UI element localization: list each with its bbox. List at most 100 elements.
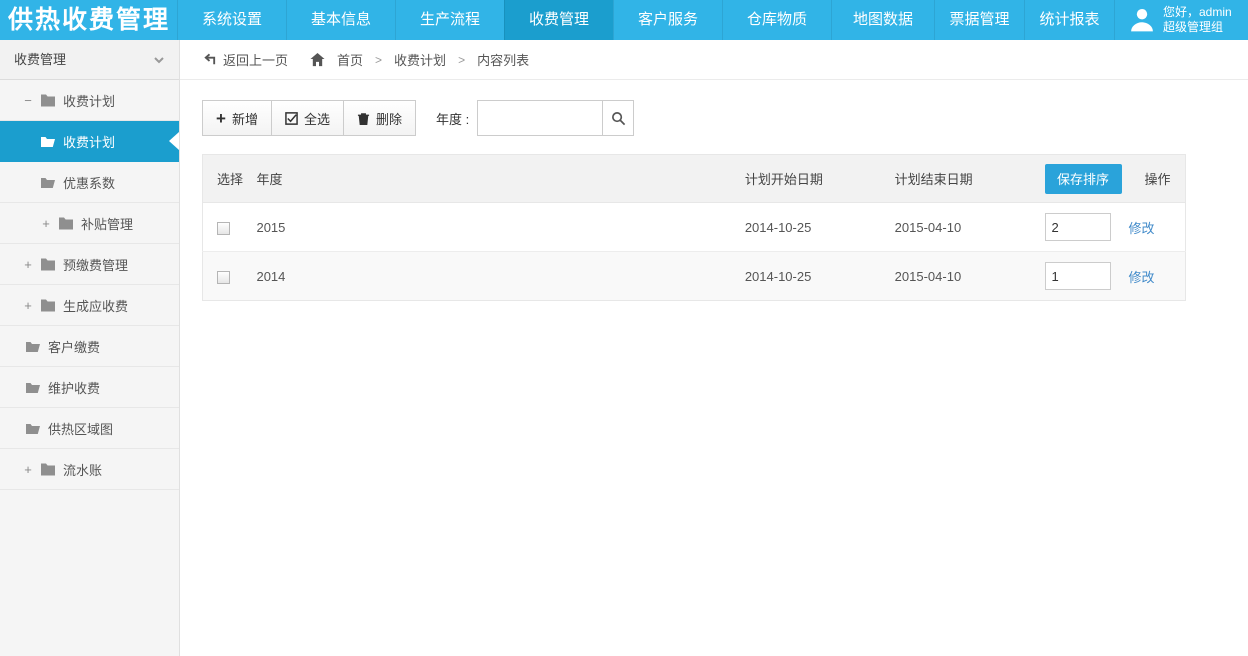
sidebar-item-label: 供热区域图 — [48, 419, 113, 438]
header-year: 年度 — [244, 155, 732, 203]
nav-item-warehouse[interactable]: 仓库物质 — [722, 0, 831, 40]
sidebar-item-label: 维护收费 — [48, 378, 100, 397]
sidebar-item-heating-area-map[interactable]: 供热区域图 — [0, 408, 179, 449]
active-item-arrow — [169, 132, 179, 150]
sidebar-item-generate-receivable[interactable]: + 生成应收费 — [0, 285, 179, 326]
sidebar-item-fee-plan[interactable]: 收费计划 — [0, 121, 179, 162]
cell-end-date: 2015-04-10 — [883, 252, 1033, 301]
home-icon — [310, 52, 325, 67]
sidebar-item-fee-plan-group[interactable]: − 收费计划 — [0, 80, 179, 121]
row-checkbox[interactable] — [217, 222, 230, 235]
cell-start-date: 2014-10-25 — [733, 252, 883, 301]
toolbar: + 新增 全选 删除 年度 : — [202, 100, 1248, 136]
open-folder-icon — [40, 134, 56, 148]
select-all-label: 全选 — [304, 109, 330, 128]
fee-plan-table: 选择 年度 计划开始日期 计划结束日期 保存排序 操作 2015 2014-10… — [202, 154, 1186, 301]
sidebar-item-subsidy-management[interactable]: + 补贴管理 — [0, 203, 179, 244]
nav-item-fee-management[interactable]: 收费管理 — [504, 0, 613, 40]
sidebar-item-label: 生成应收费 — [63, 296, 128, 315]
nav-item-ticket-management[interactable]: 票据管理 — [934, 0, 1024, 40]
add-button[interactable]: + 新增 — [202, 100, 272, 136]
fee-plan-table-wrap: 选择 年度 计划开始日期 计划结束日期 保存排序 操作 2015 2014-10… — [202, 154, 1186, 301]
edit-link[interactable]: 修改 — [1129, 221, 1155, 236]
header-action: 操作 — [1127, 155, 1186, 203]
sidebar-item-label: 预缴费管理 — [63, 255, 128, 274]
expand-plus-icon[interactable]: + — [40, 216, 52, 231]
row-checkbox[interactable] — [217, 271, 230, 284]
cell-end-date: 2015-04-10 — [883, 203, 1033, 252]
user-greeting: 您好，admin — [1163, 5, 1232, 20]
magnifier-icon — [611, 111, 626, 126]
nav-item-customer-service[interactable]: 客户服务 — [613, 0, 722, 40]
trash-icon — [357, 112, 370, 125]
table-row: 2015 2014-10-25 2015-04-10 修改 — [203, 203, 1186, 252]
sort-order-input[interactable] — [1045, 262, 1111, 290]
sidebar-item-label: 优惠系数 — [63, 173, 115, 192]
collapse-minus-icon[interactable]: − — [22, 93, 34, 108]
header-end-date: 计划结束日期 — [883, 155, 1033, 203]
user-account-area[interactable]: 您好，admin 超级管理组 — [1114, 0, 1248, 40]
header-select: 选择 — [203, 155, 245, 203]
return-arrow-icon — [202, 52, 217, 67]
open-folder-icon — [25, 380, 41, 394]
nav-item-statistics-report[interactable]: 统计报表 — [1024, 0, 1114, 40]
year-filter-label: 年度 : — [436, 109, 469, 128]
app-logo: 供热收费管理 — [0, 0, 177, 40]
expand-plus-icon[interactable]: + — [22, 462, 34, 477]
header-save-sort: 保存排序 — [1033, 155, 1127, 203]
table-row: 2014 2014-10-25 2015-04-10 修改 — [203, 252, 1186, 301]
sidebar-item-label: 收费计划 — [63, 132, 115, 151]
search-button[interactable] — [602, 100, 634, 136]
back-link[interactable]: 返回上一页 — [202, 50, 288, 69]
sidebar-item-prepaid-management[interactable]: + 预缴费管理 — [0, 244, 179, 285]
nav-item-production-flow[interactable]: 生产流程 — [395, 0, 504, 40]
select-all-button[interactable]: 全选 — [271, 100, 344, 136]
sidebar: 收费管理 − 收费计划 收费计划 优惠系数 + 补贴管理 + 预缴费管理 + 生… — [0, 40, 180, 656]
user-info: 您好，admin 超级管理组 — [1163, 5, 1232, 35]
nav-item-map-data[interactable]: 地图数据 — [831, 0, 934, 40]
nav-item-system-settings[interactable]: 系统设置 — [177, 0, 286, 40]
save-sort-button[interactable]: 保存排序 — [1045, 164, 1122, 194]
cell-year: 2015 — [244, 203, 732, 252]
sidebar-item-discount-coefficient[interactable]: 优惠系数 — [0, 162, 179, 203]
chevron-down-icon — [153, 54, 165, 66]
open-folder-icon — [25, 421, 41, 435]
open-folder-icon — [40, 175, 56, 189]
expand-plus-icon[interactable]: + — [22, 257, 34, 272]
breadcrumb-current: 内容列表 — [477, 50, 529, 69]
edit-link[interactable]: 修改 — [1129, 270, 1155, 285]
header-start-date: 计划开始日期 — [733, 155, 883, 203]
year-filter-input[interactable] — [477, 100, 603, 136]
delete-button-label: 删除 — [376, 109, 402, 128]
main-menu: 系统设置 基本信息 生产流程 收费管理 客户服务 仓库物质 地图数据 票据管理 … — [177, 0, 1248, 40]
open-folder-icon — [25, 339, 41, 353]
folder-icon — [40, 257, 56, 271]
folder-icon — [40, 298, 56, 312]
breadcrumb-home[interactable]: 首页 — [337, 50, 363, 69]
plus-icon: + — [216, 110, 226, 127]
add-button-label: 新增 — [232, 109, 258, 128]
sidebar-item-customer-payment[interactable]: 客户缴费 — [0, 326, 179, 367]
sidebar-item-label: 补贴管理 — [81, 214, 133, 233]
nav-item-basic-info[interactable]: 基本信息 — [286, 0, 395, 40]
sidebar-item-label: 客户缴费 — [48, 337, 100, 356]
expand-plus-icon[interactable]: + — [22, 298, 34, 313]
top-navigation-bar: 供热收费管理 系统设置 基本信息 生产流程 收费管理 客户服务 仓库物质 地图数… — [0, 0, 1248, 40]
checked-box-icon — [285, 112, 298, 125]
sidebar-item-journal[interactable]: + 流水账 — [0, 449, 179, 490]
sidebar-header[interactable]: 收费管理 — [0, 40, 179, 80]
sidebar-item-label: 收费计划 — [63, 91, 115, 110]
cell-start-date: 2014-10-25 — [733, 203, 883, 252]
breadcrumb: 返回上一页 首页 > 收费计划 > 内容列表 — [180, 40, 1248, 80]
sort-order-input[interactable] — [1045, 213, 1111, 241]
breadcrumb-fee-plan[interactable]: 收费计划 — [394, 50, 446, 69]
folder-icon — [40, 93, 56, 107]
breadcrumb-separator: > — [375, 53, 382, 67]
main-content: 返回上一页 首页 > 收费计划 > 内容列表 + 新增 全选 删除 年度 : — [180, 40, 1248, 301]
sidebar-item-maintenance-fee[interactable]: 维护收费 — [0, 367, 179, 408]
back-link-label: 返回上一页 — [223, 50, 288, 69]
delete-button[interactable]: 删除 — [343, 100, 416, 136]
folder-icon — [40, 462, 56, 476]
user-avatar-icon — [1129, 7, 1155, 33]
sidebar-header-label: 收费管理 — [14, 40, 66, 80]
